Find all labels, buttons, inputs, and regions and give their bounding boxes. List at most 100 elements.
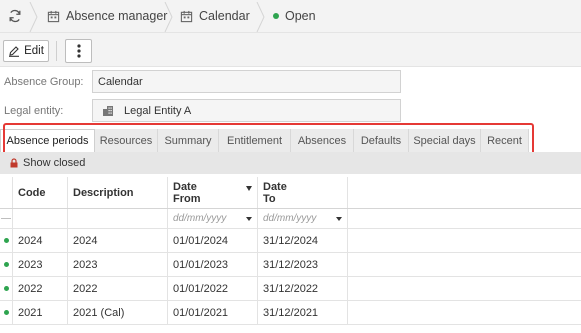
cell-date-to: 31/12/2021 [258, 301, 348, 324]
grid-filter-row: — dd/mm/yyyy dd/mm/yyyy [0, 209, 581, 229]
tab-special-days[interactable]: Special days [409, 129, 481, 152]
cell-code: 2023 [13, 253, 68, 276]
filter-date-to-input[interactable]: dd/mm/yyyy [258, 209, 348, 228]
tab-label: Special days [413, 134, 476, 147]
row-status-cell [0, 301, 13, 324]
breadcrumb-item-calendar[interactable]: Calendar [180, 8, 250, 24]
refresh-icon[interactable] [8, 9, 22, 23]
tab-defaults[interactable]: Defaults [354, 129, 409, 152]
tab-label: Summary [164, 134, 212, 147]
breadcrumb-item-absence-manager[interactable]: Absence manager [47, 8, 167, 24]
legal-entity-field[interactable]: Legal Entity A [92, 99, 401, 122]
cell-code: 2021 [13, 301, 68, 324]
calendar-icon [180, 10, 193, 22]
tab-label: Entitlement [226, 134, 283, 147]
absence-group-label: Absence Group: [4, 76, 84, 88]
dropdown-arrow-icon[interactable] [246, 217, 252, 221]
cell-date-to: 31/12/2024 [258, 229, 348, 252]
cell-date-from: 01/01/2022 [168, 277, 258, 300]
tab-absences[interactable]: Absences [291, 129, 354, 152]
breadcrumb-label: Calendar [199, 9, 250, 23]
cell-description: 2022 [68, 277, 168, 300]
breadcrumb-separator-icon [256, 2, 265, 32]
pencil-icon [9, 46, 20, 57]
header-status-cell [0, 177, 13, 208]
legal-entity-label: Legal entity: [4, 105, 64, 117]
table-row[interactable]: 2021 2021 (Cal) 01/01/2021 31/12/2021 [0, 301, 581, 325]
cell-date-to: 31/12/2022 [258, 277, 348, 300]
calendar-icon [47, 10, 60, 22]
toolbar: Edit [0, 33, 581, 67]
tab-bar: Absence periods Resources Summary Entitl… [0, 129, 581, 152]
row-status-cell [0, 253, 13, 276]
tab-resources[interactable]: Resources [95, 129, 158, 152]
tab-absence-periods[interactable]: Absence periods [0, 129, 95, 152]
grid-header-row: Code Description Date From Date To [0, 177, 581, 209]
header-text-line: From [173, 192, 201, 205]
table-row[interactable]: 2024 2024 01/01/2024 31/12/2024 [0, 229, 581, 253]
show-closed-toggle[interactable]: Show closed [0, 152, 581, 174]
breadcrumb-separator-icon [29, 2, 38, 32]
filter-date-from-input[interactable]: dd/mm/yyyy [168, 209, 258, 228]
tab-recent[interactable]: Recent [481, 129, 529, 152]
cell-date-to: 31/12/2023 [258, 253, 348, 276]
header-date-to-text: Date To [263, 181, 287, 205]
header-description[interactable]: Description [68, 177, 168, 208]
more-options-button[interactable] [65, 39, 92, 63]
filter-status-cell: — [0, 209, 13, 228]
absence-group-value: Calendar [98, 75, 143, 88]
filter-description-input[interactable] [68, 209, 168, 228]
edit-button-label: Edit [24, 45, 44, 57]
cell-date-from: 01/01/2021 [168, 301, 258, 324]
sort-descending-icon[interactable] [246, 186, 252, 191]
building-icon [103, 105, 113, 116]
header-text-line: To [263, 192, 276, 205]
breadcrumb-label: Open [285, 9, 316, 23]
absence-group-field[interactable]: Calendar [92, 70, 401, 93]
lock-icon [10, 158, 18, 168]
header-code[interactable]: Code [13, 177, 68, 208]
table-row[interactable]: 2023 2023 01/01/2023 31/12/2023 [0, 253, 581, 277]
breadcrumb-label: Absence manager [66, 9, 168, 23]
header-date-from[interactable]: Date From [168, 177, 258, 208]
tab-bar-filler [529, 129, 581, 152]
cell-description: 2021 (Cal) [68, 301, 168, 324]
cell-description: 2023 [68, 253, 168, 276]
filter-placeholder: dd/mm/yyyy [263, 213, 317, 224]
show-closed-label: Show closed [23, 157, 86, 169]
tab-label: Resources [99, 134, 153, 147]
row-status-cell [0, 277, 13, 300]
header-date-from-text: Date From [173, 181, 201, 205]
tab-label: Recent [487, 134, 522, 147]
header-text-line: Date [173, 180, 197, 193]
status-dot-icon [3, 286, 9, 291]
breadcrumb-item-open[interactable]: Open [273, 8, 316, 24]
cell-code: 2024 [13, 229, 68, 252]
cell-date-from: 01/01/2024 [168, 229, 258, 252]
cell-description: 2024 [68, 229, 168, 252]
header-date-to[interactable]: Date To [258, 177, 348, 208]
header-text-line: Date [263, 180, 287, 193]
cell-code: 2022 [13, 277, 68, 300]
table-row[interactable]: 2022 2022 01/01/2022 31/12/2022 [0, 277, 581, 301]
tab-label: Absence periods [6, 135, 89, 147]
filter-placeholder: dd/mm/yyyy [173, 213, 227, 224]
filter-code-input[interactable] [13, 209, 68, 228]
tab-summary[interactable]: Summary [158, 129, 219, 152]
legal-entity-value: Legal Entity A [124, 104, 192, 117]
status-dot-icon [3, 262, 9, 267]
tab-entitlement[interactable]: Entitlement [219, 129, 291, 152]
tab-label: Defaults [360, 134, 402, 147]
toolbar-divider [56, 41, 57, 61]
status-dot-icon [3, 310, 9, 315]
breadcrumb-separator-icon [164, 2, 173, 32]
tab-label: Absences [297, 134, 347, 147]
cell-date-from: 01/01/2023 [168, 253, 258, 276]
status-dot-icon [273, 13, 279, 19]
edit-button[interactable]: Edit [3, 40, 49, 62]
absence-periods-grid: Code Description Date From Date To — dd/… [0, 177, 581, 325]
status-dot-icon [3, 238, 9, 243]
dropdown-arrow-icon[interactable] [336, 217, 342, 221]
more-vertical-icon [76, 44, 81, 58]
row-status-cell [0, 229, 13, 252]
